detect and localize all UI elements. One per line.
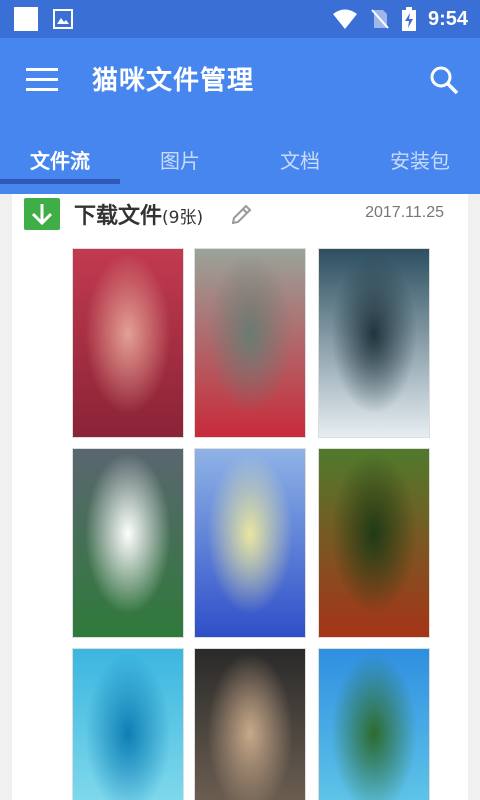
pencil-icon[interactable] (230, 202, 254, 226)
folder-name: 下载文件 (74, 204, 163, 229)
thumb-water-lilies[interactable] (72, 448, 184, 638)
thumbnail-image (319, 249, 429, 437)
thumbnail-image (195, 249, 305, 437)
thumbnail-image (195, 449, 305, 637)
thumbnail-image (73, 449, 183, 637)
search-icon[interactable] (428, 64, 460, 96)
thumb-autumn-path[interactable] (72, 248, 184, 438)
battery-charging-icon (401, 7, 416, 31)
folder-title: 下载文件(9张) (74, 198, 203, 230)
tab-bar: 文件流 图片 文档 安装包 (0, 138, 480, 184)
no-sim-icon (371, 9, 389, 29)
thumb-pier-sea[interactable] (72, 648, 184, 800)
thumb-girl-sitting[interactable] (194, 648, 306, 800)
download-arrow-icon (24, 198, 60, 230)
tab-indicator (0, 179, 120, 184)
thumbnail-image (73, 249, 183, 437)
wifi-icon (332, 9, 357, 29)
folder-count: (9张) (162, 208, 204, 228)
white-square-icon (14, 7, 38, 31)
photo-icon (53, 9, 73, 29)
thumb-blue-flowers[interactable] (194, 448, 306, 638)
tab-documents[interactable]: 文档 (240, 138, 360, 184)
tab-file-stream[interactable]: 文件流 (0, 138, 120, 184)
thumb-beach-palms[interactable] (318, 648, 430, 800)
status-bar: 9:54 (0, 0, 480, 38)
tab-packages[interactable]: 安装包 (360, 138, 480, 184)
status-time: 9:54 (427, 7, 468, 30)
folder-header[interactable]: 下载文件(9张) 2017.11.25 (12, 194, 468, 238)
thumbnail-image (195, 649, 305, 800)
app-bar: 猫咪文件管理 文件流 图片 文档 安装包 (0, 38, 480, 194)
tab-images[interactable]: 图片 (120, 138, 240, 184)
thumb-forest-path[interactable] (318, 448, 430, 638)
thumb-rose-hand[interactable] (194, 248, 306, 438)
thumb-waterfall[interactable] (318, 248, 430, 438)
hamburger-menu-icon[interactable] (26, 68, 58, 92)
thumbnail-image (319, 649, 429, 800)
file-stream-content: 下载文件(9张) 2017.11.25 (12, 194, 468, 800)
folder-date: 2017.11.25 (365, 204, 444, 221)
thumbnail-image (319, 449, 429, 637)
thumbnail-image (73, 649, 183, 800)
app-title: 猫咪文件管理 (92, 66, 255, 96)
